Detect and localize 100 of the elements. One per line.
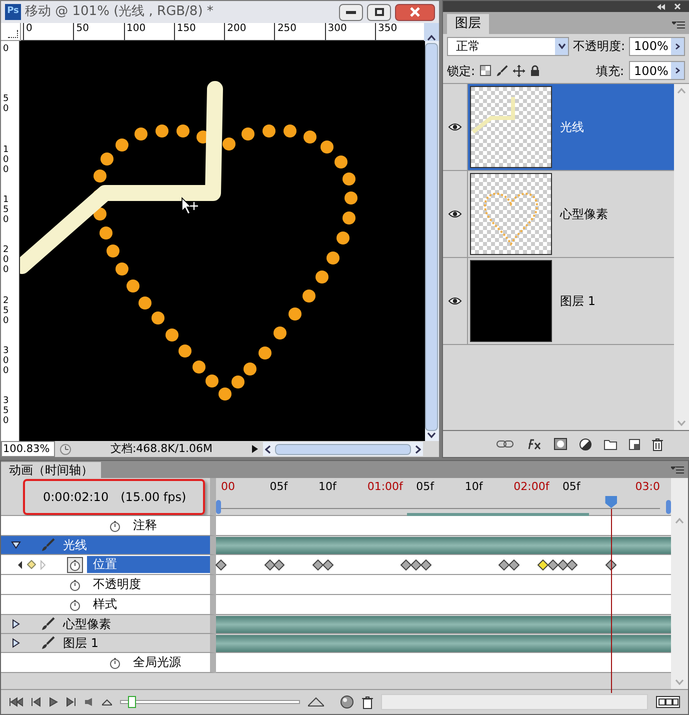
layer-row[interactable]: 光线	[468, 84, 674, 170]
onion-skin-icon[interactable]	[340, 695, 354, 709]
frames-mode-icon[interactable]	[656, 696, 680, 708]
scroll-up-icon[interactable]	[427, 35, 436, 41]
layer-row[interactable]: 图层 1	[468, 258, 674, 344]
link-icon[interactable]	[496, 440, 514, 448]
ruler-label: 10f	[464, 479, 483, 495]
document-size-text: 文档:468.8K/1.06M	[109, 440, 214, 457]
fill-field[interactable]: 100%	[629, 61, 686, 80]
scroll-down-icon[interactable]	[427, 431, 436, 439]
ruler-label: 50	[3, 94, 10, 114]
close-icon	[410, 7, 420, 17]
layer-duration-bar[interactable]	[216, 536, 671, 554]
close-button[interactable]	[395, 4, 435, 20]
trash-icon[interactable]	[362, 696, 373, 708]
layer-name: 图层 1	[560, 293, 596, 310]
ruler-label: 00	[221, 479, 235, 495]
layers-tab[interactable]: 图层	[447, 14, 489, 34]
work-area-start-handle[interactable]	[216, 500, 221, 514]
trash-icon[interactable]	[652, 438, 664, 450]
ruler-label: 05f	[416, 479, 434, 495]
timeline-tab[interactable]: 动画（时间轴）	[1, 462, 101, 478]
layer-name: 光线	[560, 119, 584, 136]
horizontal-scrollbar[interactable]	[263, 442, 423, 456]
layer-track-name: 图层 1	[63, 635, 98, 652]
opacity-field[interactable]: 100%	[629, 36, 686, 56]
lock-icon[interactable]	[530, 64, 540, 76]
ruler-label: 200	[3, 245, 10, 276]
slider-thumb[interactable]	[128, 696, 136, 708]
playhead[interactable]	[605, 496, 618, 508]
move-icon[interactable]	[513, 64, 526, 76]
property-name[interactable]: 位置	[87, 556, 210, 573]
scroll-right-icon[interactable]	[415, 444, 421, 454]
play-icon[interactable]	[49, 697, 58, 707]
move-cursor-icon	[181, 197, 198, 215]
arrow-right-icon	[675, 67, 680, 74]
audio-icon[interactable]	[84, 697, 94, 707]
vertical-scrollbar[interactable]	[424, 41, 439, 441]
ruler-label: 0	[3, 44, 10, 54]
panel-menu-icon[interactable]	[672, 21, 686, 29]
stopwatch-icon[interactable]	[67, 556, 83, 572]
blend-mode-dropdown[interactable]: 正常	[447, 36, 569, 56]
chevron-down-icon	[558, 43, 566, 49]
layer-track-name: 心型像素	[63, 616, 111, 633]
previous-frame-icon[interactable]	[31, 697, 41, 707]
minimize-button[interactable]	[339, 4, 363, 20]
next-frame-icon[interactable]	[66, 697, 76, 707]
ruler-origin-corner[interactable]	[1, 23, 21, 41]
lock-transparency-icon[interactable]	[480, 65, 492, 76]
previous-keyframe-icon[interactable]	[17, 560, 23, 570]
ruler-label: 300	[3, 346, 10, 376]
small-mountain-icon[interactable]	[102, 698, 112, 706]
ruler-label: 10f	[318, 479, 336, 495]
eye-icon[interactable]	[448, 122, 462, 132]
mask-icon[interactable]	[554, 438, 568, 450]
brush-icon	[41, 538, 55, 552]
frame-rate: (15.00 fps)	[120, 488, 186, 506]
layer-duration-bar[interactable]	[216, 616, 671, 632]
window-title: 移动 @ 101% (光线 , RGB/8) *	[25, 3, 214, 22]
lock-label: 锁定:	[447, 62, 476, 80]
ruler-label: 05f	[562, 479, 580, 495]
expand-triangle-icon[interactable]	[11, 638, 21, 648]
first-frame-icon[interactable]	[9, 697, 23, 707]
collapse-triangle-icon[interactable]	[11, 540, 21, 550]
folder-icon[interactable]	[604, 438, 618, 450]
large-mountain-icon[interactable]	[308, 697, 324, 707]
layer-track-header[interactable]: 心型像素	[1, 615, 216, 634]
panel-menu-icon[interactable]	[671, 466, 684, 474]
timeline-horizontal-scrollbar[interactable]	[381, 694, 648, 710]
ruler-label: 01:00f	[367, 479, 403, 495]
layer-track-name: 光线	[63, 537, 87, 554]
brush-icon	[41, 617, 55, 631]
new-layer-icon[interactable]	[629, 438, 640, 450]
add-keyframe-icon[interactable]	[27, 560, 36, 569]
close-icon[interactable]	[674, 3, 682, 10]
adjustment-icon[interactable]	[579, 438, 592, 450]
ruler-label: 100	[3, 144, 10, 175]
zoom-field[interactable]: 100.83%	[1, 441, 55, 457]
layer-row[interactable]: 心型像素	[468, 171, 674, 257]
work-area-end-handle[interactable]	[666, 500, 671, 514]
current-time: 0:00:02:10	[43, 488, 109, 506]
maximize-button[interactable]	[367, 4, 391, 20]
eye-icon[interactable]	[448, 209, 462, 219]
brush-icon[interactable]	[496, 64, 508, 76]
opacity-label: 不透明度:	[573, 38, 626, 55]
expand-triangle-icon[interactable]	[11, 619, 21, 629]
eye-icon[interactable]	[448, 296, 462, 306]
ruler-label: 350	[3, 396, 10, 426]
layer-track-header[interactable]: 图层 1	[1, 634, 216, 653]
layer-duration-bar[interactable]	[216, 634, 671, 652]
ruler-label: 150	[3, 194, 10, 225]
layer-track-header[interactable]: 光线	[1, 536, 216, 555]
ruler-label: 03:0	[635, 479, 660, 495]
fx-icon[interactable]	[526, 438, 542, 450]
ruler-label: 250	[3, 296, 10, 326]
collapse-panel-icon[interactable]	[656, 4, 666, 10]
scroll-left-icon[interactable]	[265, 444, 271, 454]
play-triangle-icon[interactable]	[251, 444, 259, 454]
layer-name: 心型像素	[560, 206, 608, 223]
status-menu-icon[interactable]	[59, 442, 72, 456]
